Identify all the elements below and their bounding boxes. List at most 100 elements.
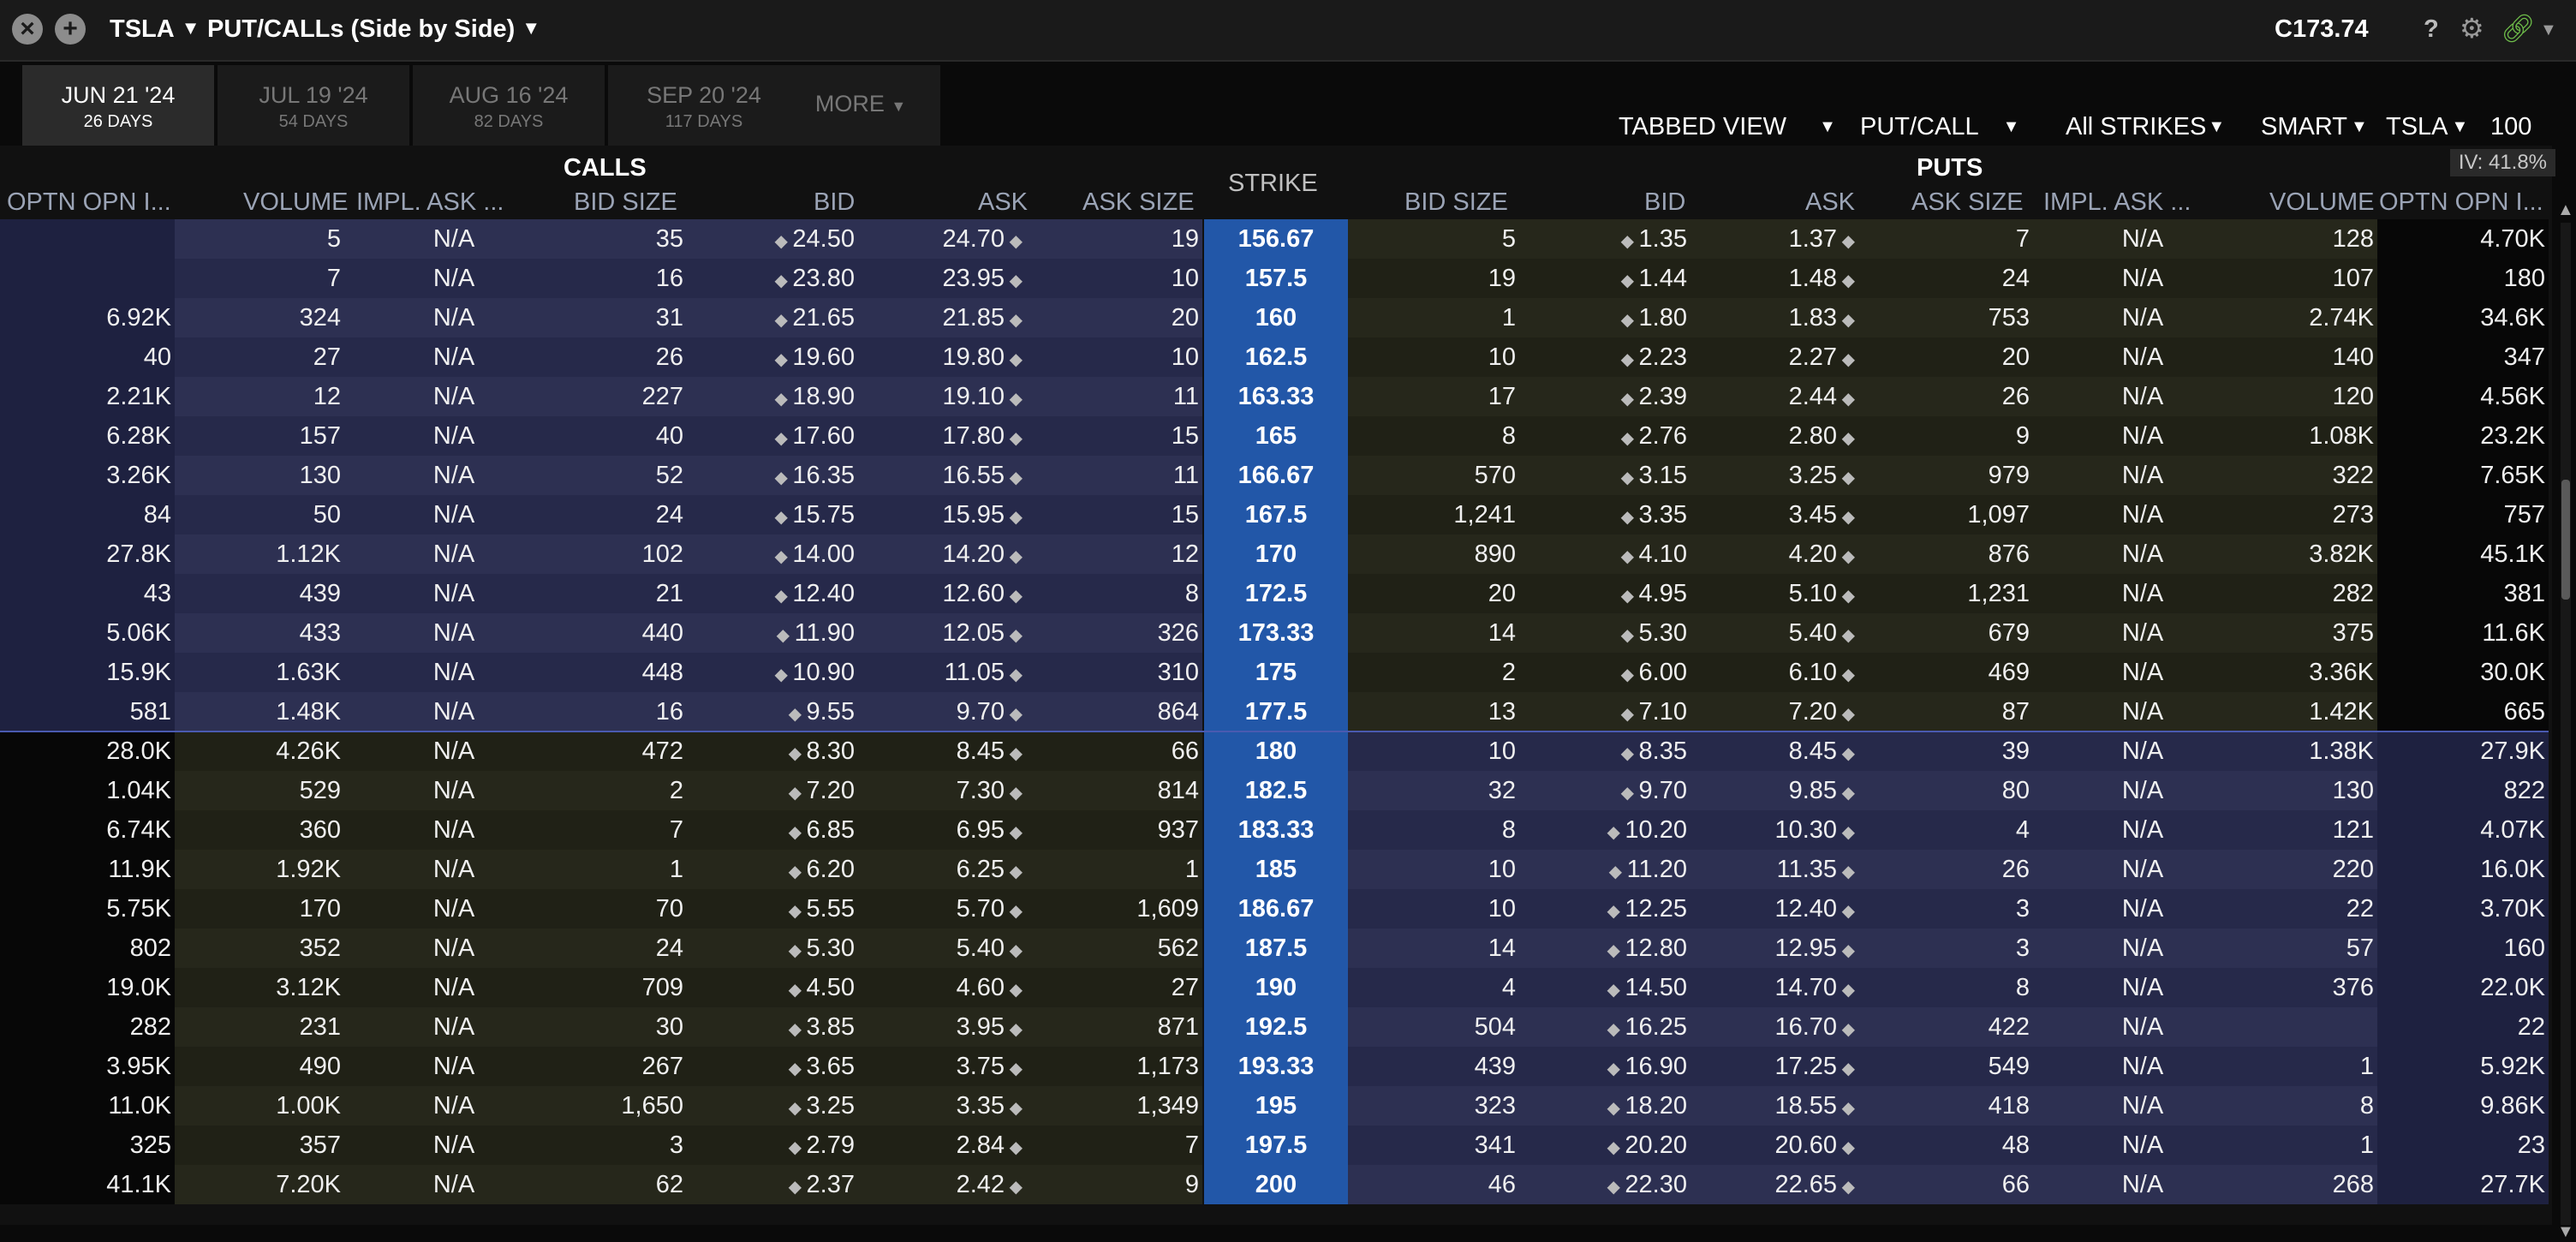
call-ask[interactable]: 2.84 ◆ [858,1126,1029,1165]
tab-more[interactable]: MORE ▼ [781,65,940,147]
put-ask[interactable]: 3.25 ◆ [1690,456,1862,495]
call-ask[interactable]: 3.75 ◆ [858,1047,1029,1086]
call-ask[interactable]: 12.05 ◆ [858,613,1029,653]
put-bid[interactable]: ◆ 2.23 [1519,337,1690,377]
put-ask[interactable]: 17.25 ◆ [1690,1047,1862,1086]
underlying-dropdown[interactable]: TSLA ▼ [2386,113,2468,141]
call-bid[interactable]: ◆ 12.40 [687,574,858,613]
tab-expiry-aug16[interactable]: AUG 16 '24 82 DAYS [413,65,605,147]
table-row[interactable]: 2.21K 12 N/A 227 ◆ 18.90 19.10 ◆ 11 163.33 17 ◆ 2… [0,377,2549,416]
call-bid[interactable]: ◆ 6.20 [687,850,858,889]
puts-open-interest-header[interactable]: OPTN OPN I... [2379,188,2543,217]
put-bid[interactable]: ◆ 8.35 [1519,731,1690,771]
put-ask[interactable]: 5.40 ◆ [1690,613,1862,653]
calls-bid-size-header[interactable]: BID SIZE [574,188,677,217]
symbol-selector[interactable]: TSLA ▼ [110,15,200,44]
call-ask[interactable]: 15.95 ◆ [858,495,1029,534]
put-ask[interactable]: 4.20 ◆ [1690,534,1862,574]
puts-bid-header[interactable]: BID [1644,188,1685,217]
put-ask[interactable]: 10.30 ◆ [1690,810,1862,850]
call-ask[interactable]: 5.40 ◆ [858,929,1029,968]
table-row[interactable]: 5 N/A 35 ◆ 24.50 24.70 ◆ 19 156.67 5 ◆ 1.35 1.37 … [0,219,2549,259]
table-row[interactable]: 3.95K 490 N/A 267 ◆ 3.65 3.75 ◆ 1,173 193.33 439… [0,1047,2549,1086]
put-bid[interactable]: ◆ 1.35 [1519,219,1690,259]
add-icon[interactable]: + [55,14,86,45]
help-icon[interactable]: ? [2424,15,2439,44]
put-ask[interactable]: 5.10 ◆ [1690,574,1862,613]
call-bid[interactable]: ◆ 21.65 [687,298,858,337]
put-ask[interactable]: 8.45 ◆ [1690,731,1862,771]
put-bid[interactable]: ◆ 16.25 [1519,1007,1690,1047]
table-row[interactable]: 325 357 N/A 3 ◆ 2.79 2.84 ◆ 7 197.5 341 ◆ 20.20 20… [0,1126,2549,1165]
puts-bid-size-header[interactable]: BID SIZE [1404,188,1508,217]
call-ask[interactable]: 12.60 ◆ [858,574,1029,613]
table-row[interactable]: 7 N/A 16 ◆ 23.80 23.95 ◆ 10 157.5 19 ◆ 1.44 1.48 … [0,259,2549,298]
scrollbar-thumb[interactable] [2561,480,2570,600]
table-row[interactable]: 19.0K 3.12K N/A 709 ◆ 4.50 4.60 ◆ 27 190 4 ◆ 14.5… [0,968,2549,1007]
call-ask[interactable]: 5.70 ◆ [858,889,1029,929]
call-bid[interactable]: ◆ 5.30 [687,929,858,968]
table-row[interactable]: 581 1.48K N/A 16 ◆ 9.55 9.70 ◆ 864 177.5 13 ◆ 7.1… [0,692,2549,731]
call-ask[interactable]: 21.85 ◆ [858,298,1029,337]
calls-ask-header[interactable]: ASK [978,188,1028,217]
put-bid[interactable]: ◆ 14.50 [1519,968,1690,1007]
puts-implied-vol-header[interactable]: IMPL. ASK ... [2043,188,2191,217]
put-ask[interactable]: 12.95 ◆ [1690,929,1862,968]
scroll-down-icon[interactable]: ▼ [2557,1222,2574,1242]
call-ask[interactable]: 24.70 ◆ [858,219,1029,259]
call-ask[interactable]: 17.80 ◆ [858,416,1029,456]
put-ask[interactable]: 11.35 ◆ [1690,850,1862,889]
put-bid[interactable]: ◆ 18.20 [1519,1086,1690,1126]
put-bid[interactable]: ◆ 2.76 [1519,416,1690,456]
put-ask[interactable]: 3.45 ◆ [1690,495,1862,534]
table-row[interactable]: 6.74K 360 N/A 7 ◆ 6.85 6.95 ◆ 937 183.33 8 ◆ 10.2… [0,810,2549,850]
link-icon[interactable]: 🔗︎ [2501,12,2536,45]
call-bid[interactable]: ◆ 8.30 [687,731,858,771]
table-row[interactable]: 6.92K 324 N/A 31 ◆ 21.65 21.85 ◆ 20 160 1 ◆ 1.80 1… [0,298,2549,337]
put-bid[interactable]: ◆ 4.95 [1519,574,1690,613]
put-ask[interactable]: 16.70 ◆ [1690,1007,1862,1047]
put-ask[interactable]: 2.27 ◆ [1690,337,1862,377]
call-ask[interactable]: 19.80 ◆ [858,337,1029,377]
table-row[interactable]: 1.04K 529 N/A 2 ◆ 7.20 7.30 ◆ 814 182.5 32 ◆ 9.70… [0,771,2549,810]
table-row[interactable]: 41.1K 7.20K N/A 62 ◆ 2.37 2.42 ◆ 9 200 46 ◆ 22.30… [0,1165,2549,1204]
call-bid[interactable]: ◆ 15.75 [687,495,858,534]
table-row[interactable]: 28.0K 4.26K N/A 472 ◆ 8.30 8.45 ◆ 66 180 10 ◆ 8.3… [0,731,2549,771]
put-ask[interactable]: 20.60 ◆ [1690,1126,1862,1165]
table-row[interactable]: 5.75K 170 N/A 70 ◆ 5.55 5.70 ◆ 1,609 186.67 10 ◆ … [0,889,2549,929]
call-ask[interactable]: 14.20 ◆ [858,534,1029,574]
call-bid[interactable]: ◆ 4.50 [687,968,858,1007]
close-icon[interactable]: × [12,14,43,45]
table-row[interactable]: 6.28K 157 N/A 40 ◆ 17.60 17.80 ◆ 15 165 8 ◆ 2.76 2… [0,416,2549,456]
gear-icon[interactable]: ⚙ [2460,12,2484,45]
put-bid[interactable]: ◆ 12.80 [1519,929,1690,968]
call-ask[interactable]: 7.30 ◆ [858,771,1029,810]
calls-open-interest-header[interactable]: OPTN OPN I... [7,188,171,217]
put-ask[interactable]: 14.70 ◆ [1690,968,1862,1007]
call-bid[interactable]: ◆ 3.85 [687,1007,858,1047]
tab-expiry-sep20[interactable]: SEP 20 '24 117 DAYS [608,65,800,147]
put-bid[interactable]: ◆ 3.35 [1519,495,1690,534]
call-bid[interactable]: ◆ 6.85 [687,810,858,850]
call-bid[interactable]: ◆ 9.55 [687,692,858,731]
put-bid[interactable]: ◆ 7.10 [1519,692,1690,731]
table-row[interactable]: 43 439 N/A 21 ◆ 12.40 12.60 ◆ 8 172.5 20 ◆ 4.95 5.… [0,574,2549,613]
put-ask[interactable]: 9.85 ◆ [1690,771,1862,810]
calls-implied-vol-header[interactable]: IMPL. ASK ... [356,188,504,217]
call-ask[interactable]: 9.70 ◆ [858,692,1029,731]
put-bid[interactable]: ◆ 22.30 [1519,1165,1690,1204]
table-row[interactable]: 3.26K 130 N/A 52 ◆ 16.35 16.55 ◆ 11 166.67 570 ◆ … [0,456,2549,495]
call-bid[interactable]: ◆ 19.60 [687,337,858,377]
put-ask[interactable]: 6.10 ◆ [1690,653,1862,692]
view-mode-dropdown[interactable]: TABBED VIEW ▼ [1619,113,1836,141]
call-ask[interactable]: 3.95 ◆ [858,1007,1029,1047]
call-bid[interactable]: ◆ 16.35 [687,456,858,495]
put-ask[interactable]: 1.37 ◆ [1690,219,1862,259]
call-bid[interactable]: ◆ 2.79 [687,1126,858,1165]
put-bid[interactable]: ◆ 6.00 [1519,653,1690,692]
puts-volume-header[interactable]: VOLUME [2269,188,2374,217]
quantity-field[interactable]: 100 [2490,113,2531,141]
puts-ask-size-header[interactable]: ASK SIZE [1911,188,2024,217]
exchange-dropdown[interactable]: SMART ▼ [2261,113,2368,141]
table-row[interactable]: 11.0K 1.00K N/A 1,650 ◆ 3.25 3.35 ◆ 1,349 195 32… [0,1086,2549,1126]
